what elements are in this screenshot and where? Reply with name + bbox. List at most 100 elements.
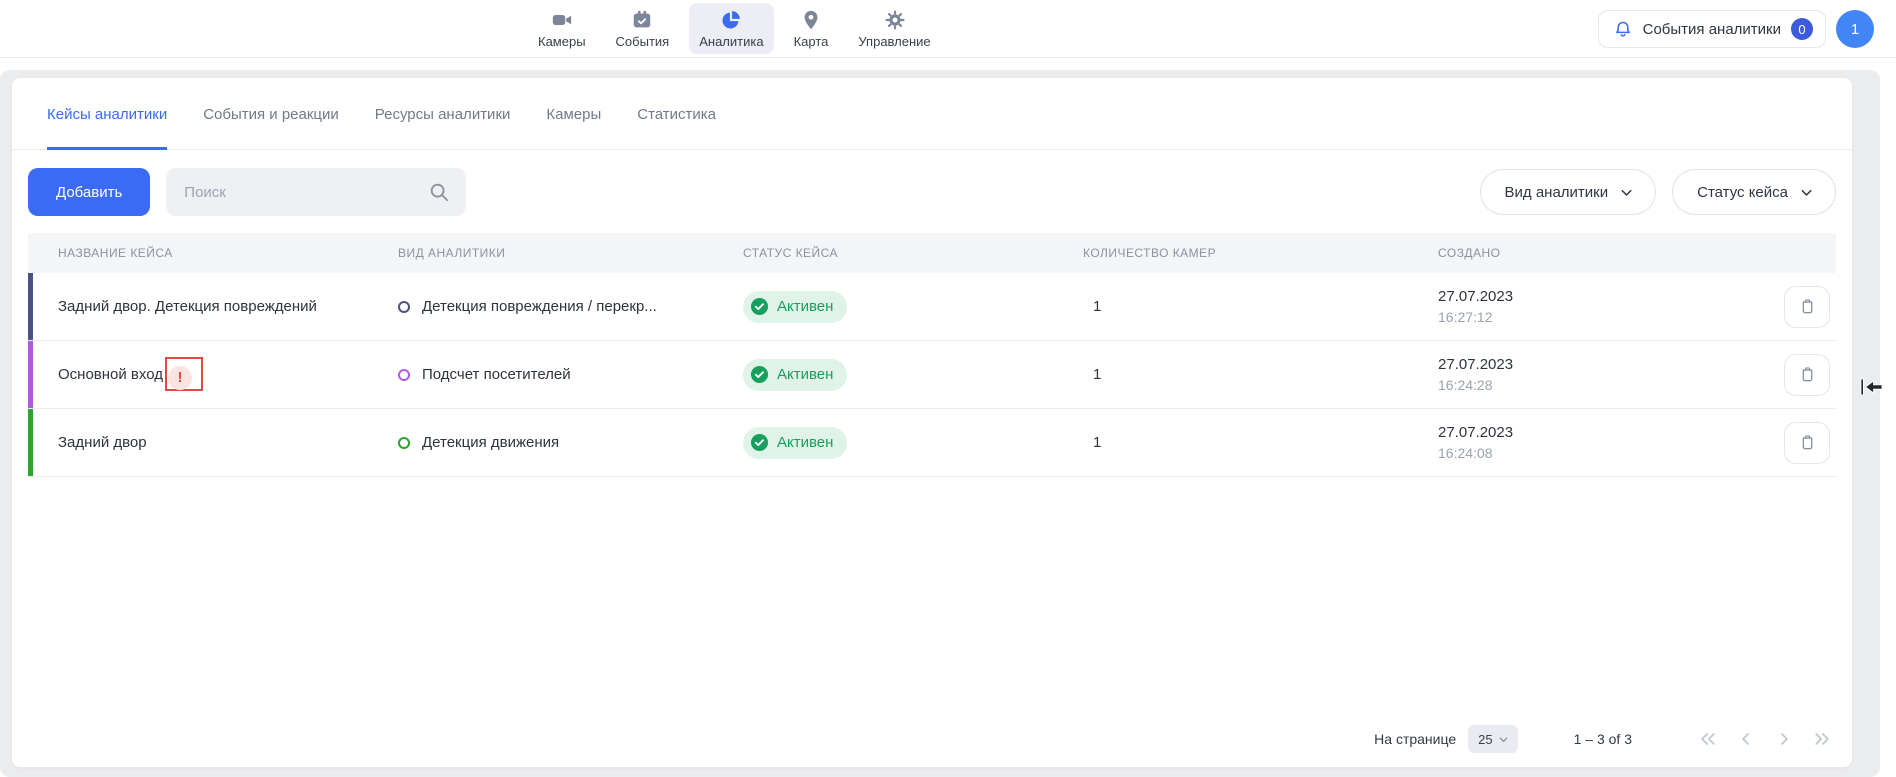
pagination-range: 1 – 3 of 3 <box>1574 731 1632 747</box>
analytics-cases-panel: Кейсы аналитики События и реакции Ресурс… <box>12 78 1852 767</box>
case-color-bar <box>28 273 33 340</box>
per-page-value: 25 <box>1478 732 1492 747</box>
created-cell: 27.07.2023 16:24:08 <box>1438 424 1513 461</box>
double-chevron-right-icon <box>1812 729 1832 749</box>
created-cell: 27.07.2023 16:27:12 <box>1438 288 1513 325</box>
nav-item-analytics[interactable]: Аналитика <box>689 3 773 54</box>
gear-icon <box>884 9 906 31</box>
pagination-bar: На странице 25 1 – 3 of 3 <box>12 711 1852 767</box>
analytics-type-filter[interactable]: Вид аналитики <box>1480 169 1657 215</box>
analytics-type-icon <box>398 301 410 313</box>
map-pin-icon <box>800 9 822 31</box>
next-page-button[interactable] <box>1772 727 1796 751</box>
chevron-left-icon <box>1736 729 1756 749</box>
check-circle-icon <box>750 297 769 316</box>
nav-label: События <box>616 34 670 49</box>
nav-item-map[interactable]: Карта <box>784 3 839 54</box>
tab-cameras[interactable]: Камеры <box>546 106 601 150</box>
check-circle-icon <box>750 365 769 384</box>
events-count-badge: 0 <box>1791 18 1813 40</box>
chevron-down-icon <box>1618 184 1635 201</box>
column-header-created: Создано <box>1438 246 1738 260</box>
created-date: 27.07.2023 <box>1438 424 1513 441</box>
column-header-case-name: Название кейса <box>28 246 398 260</box>
pie-chart-icon <box>720 9 742 31</box>
double-chevron-left-icon <box>1698 729 1718 749</box>
chevron-down-icon <box>1497 733 1510 746</box>
tab-analytics-cases[interactable]: Кейсы аналитики <box>47 106 167 150</box>
camera-count: 1 <box>1083 366 1438 383</box>
camera-icon <box>551 9 573 31</box>
case-color-bar <box>28 341 33 408</box>
per-page-label: На странице <box>1374 731 1456 747</box>
last-page-button[interactable] <box>1810 727 1834 751</box>
status-badge: Активен <box>743 291 847 323</box>
previous-page-button[interactable] <box>1734 727 1758 751</box>
created-date: 27.07.2023 <box>1438 356 1513 373</box>
bell-icon <box>1613 19 1633 39</box>
column-header-camera-count: Количество камер <box>1083 246 1438 260</box>
analytics-type-label: Детекция повреждения / перекр... <box>422 298 657 315</box>
chevron-down-icon <box>1798 184 1815 201</box>
main-navigation: Камеры События Аналитика Карта Управлени <box>528 3 941 54</box>
section-tabs: Кейсы аналитики События и реакции Ресурс… <box>12 78 1852 150</box>
tab-events-reactions[interactable]: События и реакции <box>203 106 339 150</box>
delete-case-button[interactable] <box>1784 354 1830 396</box>
search-icon <box>428 181 450 203</box>
tab-analytics-resources[interactable]: Ресурсы аналитики <box>375 106 511 150</box>
table-row[interactable]: Задний двор. Детекция повреждений Детекц… <box>28 273 1836 341</box>
case-name: Задний двор. Детекция повреждений <box>58 298 317 315</box>
search-input[interactable] <box>166 168 466 216</box>
created-cell: 27.07.2023 16:24:28 <box>1438 356 1513 393</box>
search-box <box>166 168 466 216</box>
analytics-type-label: Подсчет посетителей <box>422 366 571 383</box>
first-page-button[interactable] <box>1696 727 1720 751</box>
top-header-bar: Камеры События Аналитика Карта Управлени <box>0 0 1896 58</box>
analytics-type-icon <box>398 437 410 449</box>
case-name: Задний двор <box>58 434 147 451</box>
add-case-button[interactable]: Добавить <box>28 168 150 216</box>
analytics-type-label: Детекция движения <box>422 434 559 451</box>
created-time: 16:24:08 <box>1438 445 1513 461</box>
cases-table: Название кейса Вид аналитики Статус кейс… <box>28 233 1836 477</box>
pager-buttons <box>1696 727 1834 751</box>
mouse-cursor <box>1860 377 1884 397</box>
per-page-select[interactable]: 25 <box>1468 725 1517 753</box>
status-label: Активен <box>777 298 833 315</box>
case-color-bar <box>28 409 33 476</box>
status-label: Активен <box>777 434 833 451</box>
calendar-event-icon <box>631 9 653 31</box>
analytics-events-button[interactable]: События аналитики 0 <box>1598 10 1826 48</box>
created-date: 27.07.2023 <box>1438 288 1513 305</box>
user-avatar[interactable]: 1 <box>1836 10 1874 48</box>
error-exclamation-icon[interactable]: ! <box>168 366 192 390</box>
status-badge: Активен <box>743 427 847 459</box>
table-toolbar: Добавить Вид аналитики Статус кейса <box>12 168 1852 216</box>
nav-item-management[interactable]: Управление <box>848 3 940 54</box>
camera-count: 1 <box>1083 434 1438 451</box>
nav-item-events[interactable]: События <box>606 3 680 54</box>
nav-label: Аналитика <box>699 34 763 49</box>
created-time: 16:27:12 <box>1438 309 1513 325</box>
trash-icon <box>1798 365 1817 384</box>
nav-label: Камеры <box>538 34 586 49</box>
case-name: Основной вход <box>58 366 163 383</box>
chevron-right-icon <box>1774 729 1794 749</box>
case-status-filter[interactable]: Статус кейса <box>1672 169 1836 215</box>
analytics-type-filter-label: Вид аналитики <box>1505 184 1609 201</box>
nav-label: Управление <box>858 34 930 49</box>
status-label: Активен <box>777 366 833 383</box>
nav-item-cameras[interactable]: Камеры <box>528 3 596 54</box>
trash-icon <box>1798 297 1817 316</box>
table-row[interactable]: Задний двор Детекция движения Активен 1 … <box>28 409 1836 477</box>
analytics-type-icon <box>398 369 410 381</box>
status-badge: Активен <box>743 359 847 391</box>
tab-statistics[interactable]: Статистика <box>637 106 716 150</box>
camera-count: 1 <box>1083 298 1438 315</box>
trash-icon <box>1798 433 1817 452</box>
table-row[interactable]: Основной вход ! Подсчет посетителей Акти… <box>28 341 1836 409</box>
check-circle-icon <box>750 433 769 452</box>
case-status-filter-label: Статус кейса <box>1697 184 1788 201</box>
delete-case-button[interactable] <box>1784 422 1830 464</box>
delete-case-button[interactable] <box>1784 286 1830 328</box>
